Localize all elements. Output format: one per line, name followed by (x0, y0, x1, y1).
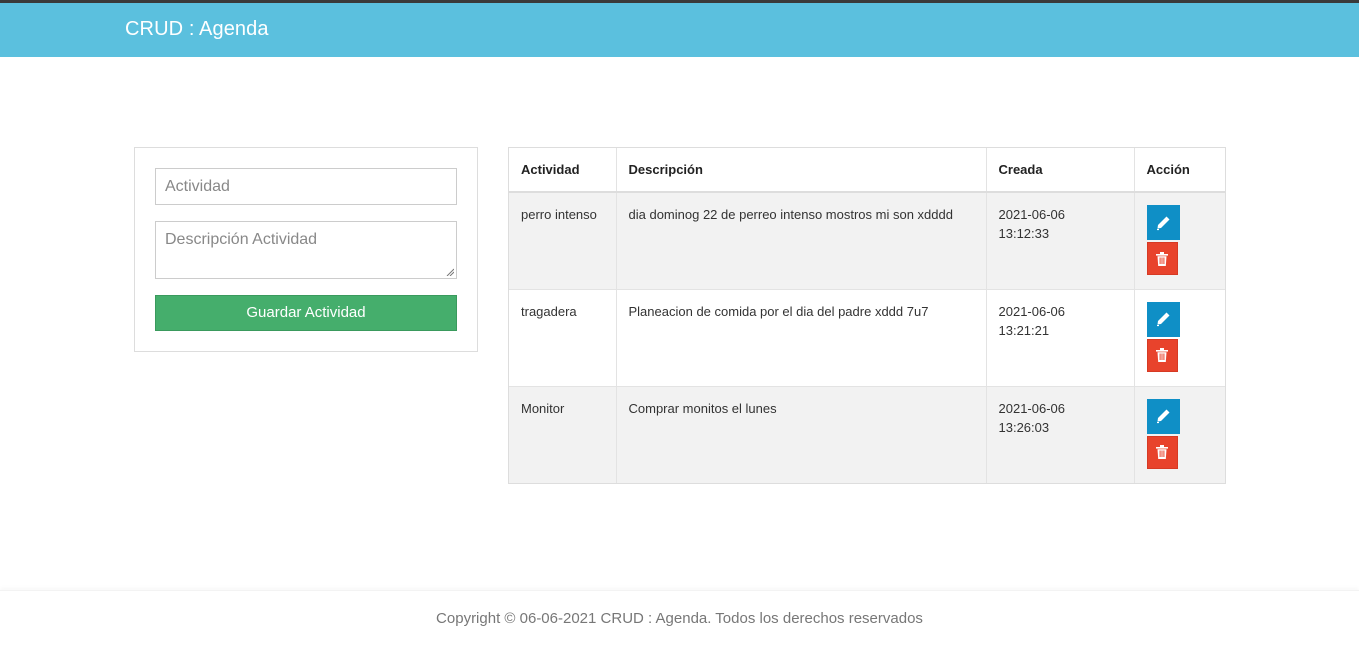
created-date: 2021-06-06 (998, 207, 1066, 222)
header-description: Descripción (616, 148, 987, 193)
cell-activity: tragadera (509, 288, 617, 386)
trash-icon (1156, 445, 1168, 459)
resize-handle-icon[interactable] (446, 268, 454, 276)
pencil-icon (1157, 409, 1170, 424)
header-action: Acción (1134, 148, 1225, 193)
brand-title[interactable]: CRUD : Agenda (125, 18, 269, 41)
cell-activity: Monitor (509, 385, 617, 483)
created-date: 2021-06-06 (998, 303, 1066, 319)
cell-actions (1134, 385, 1225, 483)
cell-activity: perro intenso (509, 191, 617, 289)
header-created: Creada (986, 148, 1135, 193)
footer: Copyright © 06-06-2021 CRUD : Agenda. To… (0, 590, 1359, 660)
cell-created: 2021-06-06 13:26:03 (986, 385, 1135, 483)
cell-created: 2021-06-06 13:21:21 (986, 288, 1135, 386)
delete-button[interactable] (1146, 242, 1178, 275)
edit-button[interactable] (1146, 301, 1180, 337)
header-activity: Actividad (509, 148, 617, 193)
navbar: CRUD : Agenda (0, 3, 1359, 57)
cell-actions (1134, 288, 1225, 386)
activities-table: Actividad Descripción Creada Acción perr… (508, 147, 1226, 484)
pencil-icon (1157, 216, 1170, 230)
delete-button[interactable] (1146, 435, 1178, 469)
pencil-icon (1157, 312, 1170, 327)
copyright-text: Copyright © 06-06-2021 CRUD : Agenda. To… (436, 610, 923, 627)
activity-input[interactable]: Actividad (155, 168, 457, 205)
description-textarea[interactable]: Descripción Actividad (155, 221, 457, 279)
delete-button[interactable] (1146, 338, 1178, 372)
table-header-row: Actividad Descripción Creada Acción (509, 148, 1225, 193)
table-row: tragadera Planeacion de comida por el di… (509, 288, 1225, 386)
created-time: 13:26:03 (998, 419, 1050, 435)
cell-description: Comprar monitos el lunes (616, 385, 987, 483)
created-date: 2021-06-06 (998, 400, 1066, 416)
activity-form: Actividad Descripción Actividad Guardar … (134, 147, 478, 352)
cell-actions (1134, 191, 1225, 289)
created-time: 13:21:21 (998, 322, 1050, 338)
table-row: perro intenso dia dominog 22 de perreo i… (509, 191, 1225, 289)
trash-icon (1156, 348, 1168, 362)
cell-description: Planeacion de comida por el dia del padr… (616, 288, 987, 386)
created-time: 13:12:33 (998, 226, 1050, 241)
cell-description: dia dominog 22 de perreo intenso mostros… (616, 191, 987, 289)
trash-icon (1156, 251, 1168, 266)
cell-created: 2021-06-06 13:12:33 (986, 191, 1135, 289)
edit-button[interactable] (1146, 205, 1180, 240)
edit-button[interactable] (1146, 398, 1180, 434)
description-placeholder: Descripción Actividad (165, 231, 318, 248)
save-activity-button[interactable]: Guardar Actividad (155, 295, 457, 331)
table-row: Monitor Comprar monitos el lunes 2021-06… (509, 385, 1225, 483)
